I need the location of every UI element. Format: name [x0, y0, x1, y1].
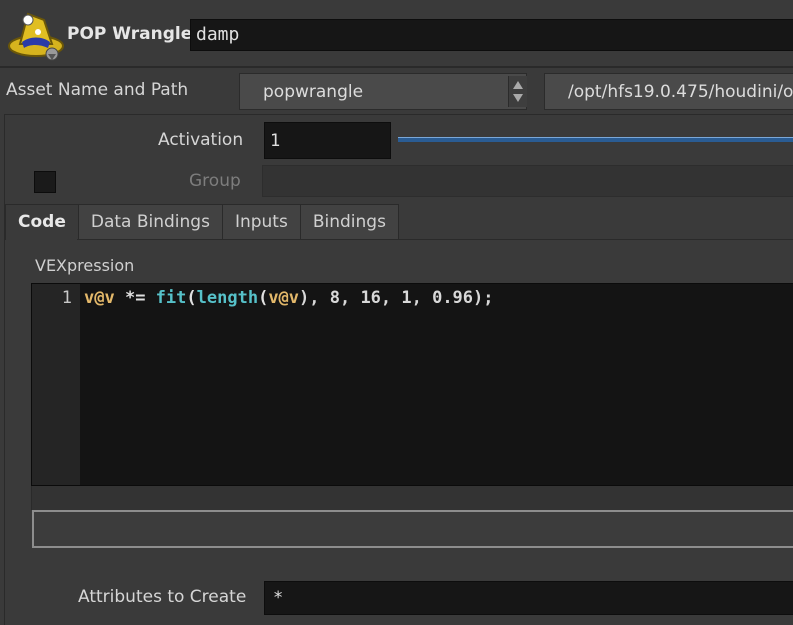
up-down-arrows-icon[interactable] — [508, 76, 527, 107]
line-number: 1 — [61, 288, 72, 308]
activation-input[interactable]: 1 — [264, 122, 391, 159]
asset-path-value: /opt/hfs19.0.475/houdini/otls/OPlibPop.h… — [568, 82, 793, 102]
group-enable-checkbox[interactable] — [34, 171, 56, 193]
code-token-attribute: v@v — [268, 288, 300, 308]
node-type-label: POP Wrangle — [67, 24, 193, 44]
tab-data-bindings[interactable]: Data Bindings — [77, 204, 223, 240]
asset-path-field[interactable]: /opt/hfs19.0.475/houdini/otls/OPlibPop.h… — [544, 73, 793, 110]
tab-bindings[interactable]: Bindings — [299, 204, 399, 240]
group-label: Group — [189, 171, 241, 191]
tab-divider — [77, 239, 793, 240]
tab-bar: Code Data Bindings Inputs Bindings — [5, 204, 399, 240]
asset-name-value: popwrangle — [263, 82, 364, 102]
asset-name-path-label: Asset Name and Path — [6, 80, 189, 100]
code-token-paren: ( — [258, 288, 269, 308]
vexpression-label: VEXpression — [35, 256, 135, 275]
code-token-operator: *= — [114, 288, 156, 308]
code-line[interactable]: v@v *= fit(length(v@v), 8, 16, 1, 0.96); — [84, 288, 494, 308]
tab-inputs[interactable]: Inputs — [221, 204, 301, 240]
wizard-hat-icon[interactable] — [8, 6, 68, 64]
code-token-args: ), 8, 16, 1, 0.96); — [299, 288, 494, 308]
header-divider — [0, 66, 793, 68]
asset-name-select[interactable]: popwrangle — [239, 73, 527, 110]
code-token-paren: ( — [186, 288, 197, 308]
code-token-function: fit — [155, 288, 187, 308]
code-token-function: length — [196, 288, 259, 308]
editor-scroll-bar[interactable] — [31, 486, 793, 510]
group-input[interactable] — [262, 165, 793, 197]
code-editor[interactable]: 1 v@v *= fit(length(v@v), 8, 16, 1, 0.96… — [31, 283, 793, 486]
tab-code[interactable]: Code — [5, 204, 79, 240]
compile-status-box — [32, 510, 793, 548]
code-token-attribute: v@v — [84, 288, 115, 308]
activation-label: Activation — [158, 130, 244, 150]
attributes-to-create-label: Attributes to Create — [78, 587, 247, 607]
attributes-to-create-input[interactable]: * — [264, 581, 793, 615]
activation-slider[interactable] — [398, 137, 793, 142]
node-name-input[interactable]: damp — [190, 19, 793, 51]
line-number-gutter: 1 — [32, 284, 80, 485]
